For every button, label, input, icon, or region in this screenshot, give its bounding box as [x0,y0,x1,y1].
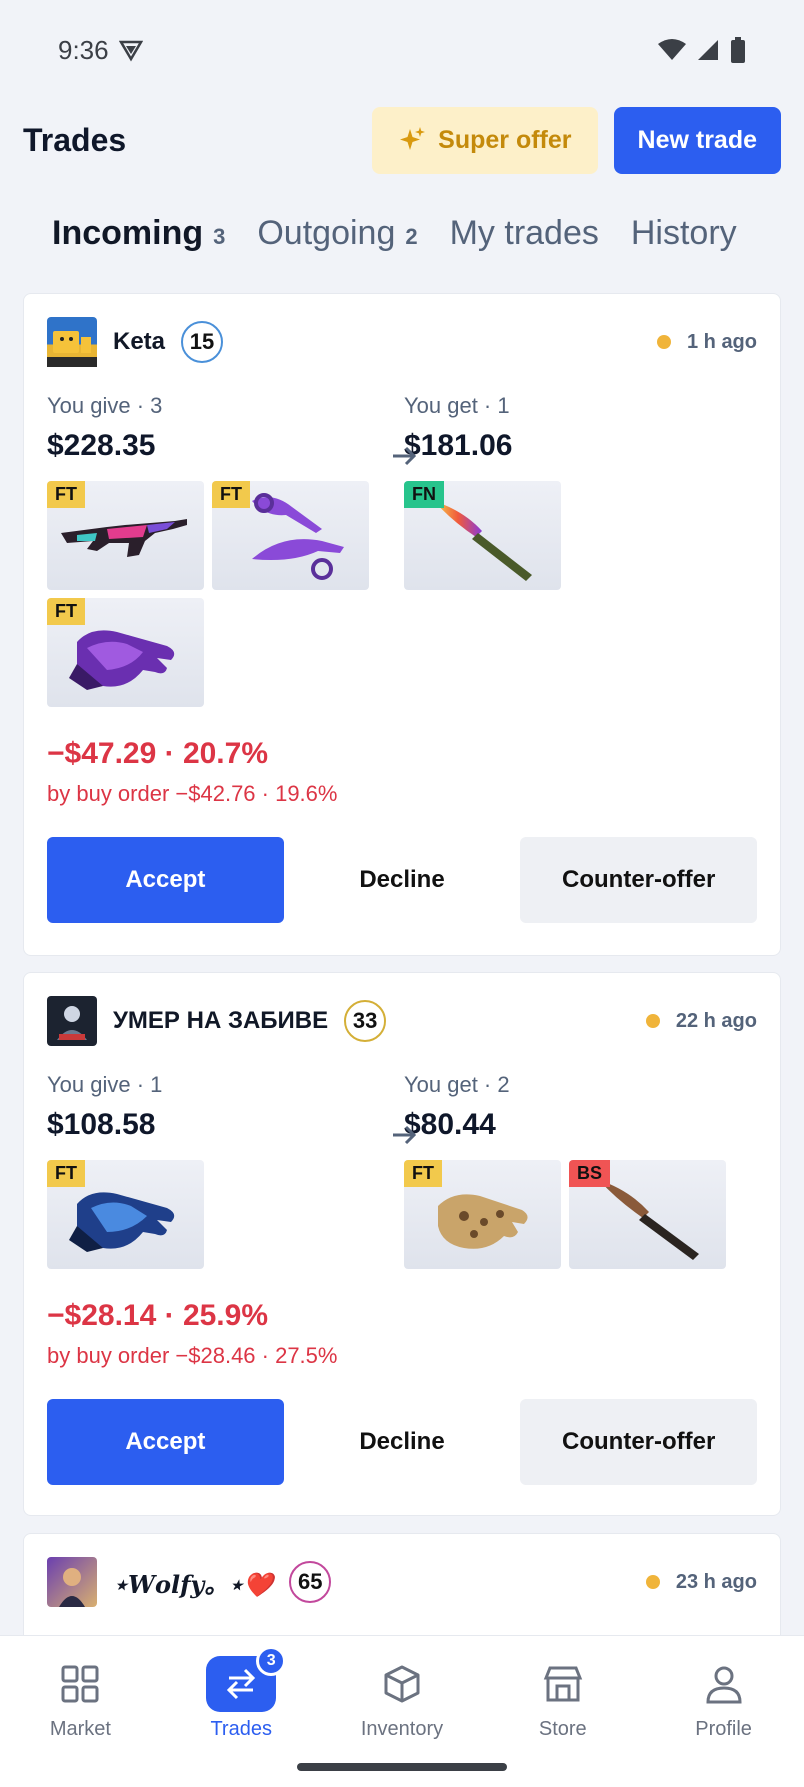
trade-user-row: ⋆𝑾𝒐𝒍𝒇𝒚。⋆❤️ 65 23 h ago [47,1557,757,1607]
header-actions: Super offer New trade [372,106,781,174]
trade-user-row: Keta 15 1 h ago [47,317,757,367]
pending-dot [656,335,671,349]
tab-count: 3 [213,224,226,249]
trade-username[interactable]: УМЕР НА ЗАБИВЕ [113,1007,328,1035]
item-card[interactable]: FN [404,481,561,590]
trade-loss: −$28.14 · 25.9% [47,1299,269,1332]
item-card[interactable]: FT [47,481,204,590]
get-side: You get · 2 $80.44 FT BS [404,1072,734,1269]
trade-time: 1 h ago [656,331,757,354]
get-items: FN [404,481,734,590]
item-card[interactable]: FT [404,1160,561,1269]
user-level-badge: 15 [181,321,224,363]
accept-button[interactable]: Accept [47,1399,284,1485]
nav-trades-badge: 3 [256,1646,287,1676]
counter-offer-button[interactable]: Counter-offer [520,1399,758,1485]
avatar[interactable] [47,317,97,367]
give-label: You give · 3 [47,393,163,418]
trade-sides: You give · 1 $108.58 FT You get · 2 $80.… [47,1072,757,1269]
get-side: You get · 1 $181.06 FN [404,393,734,707]
trade-actions: Accept Decline Counter-offer [47,837,758,923]
get-label: You get · 2 [404,1072,510,1097]
tab-incoming[interactable]: Incoming 3 [52,214,225,265]
nav-market[interactable]: Market [0,1636,161,1787]
store-icon [543,1666,582,1702]
wear-badge: FT [47,598,85,625]
page-header: Trades Super offer New trade [0,105,804,175]
give-label: You give · 1 [47,1072,163,1097]
sparkle-icon [400,127,426,150]
avatar[interactable] [47,1557,97,1607]
trade-card: УМЕР НА ЗАБИВЕ 33 22 h ago You give · 1 … [23,972,781,1516]
trade-username[interactable]: Keta [113,328,165,356]
home-indicator[interactable] [297,1763,507,1771]
give-side: You give · 1 $108.58 FT [47,1072,404,1269]
swap-icon [227,1668,256,1700]
counter-offer-button[interactable]: Counter-offer [520,837,758,923]
wifi-icon [658,39,686,60]
tab-outgoing[interactable]: Outgoing 2 [257,214,417,265]
pending-dot [645,1575,660,1589]
trade-username[interactable]: ⋆𝑾𝒐𝒍𝒇𝒚。⋆❤️ [113,1565,273,1600]
battery-icon [731,37,745,63]
get-sum: $181.06 [404,429,513,462]
give-items: FT [47,1160,377,1269]
item-card[interactable]: BS [569,1160,726,1269]
get-label: You get · 1 [404,393,510,418]
item-card[interactable]: FT [212,481,369,590]
status-time: 9:36 [58,35,143,66]
tab-history[interactable]: History [631,214,737,265]
page-title: Trades [23,121,127,158]
bottom-navigation: Market 3 Trades Inventory Store Profile [0,1635,804,1787]
trade-loss-buy-order: by buy order −$28.46 · 27.5% [47,1343,338,1368]
vpn-icon [118,40,143,62]
give-side: You give · 3 $228.35 FT FT FT [47,393,404,707]
user-level-badge: 65 [289,1561,332,1603]
trade-time: 22 h ago [645,1010,757,1033]
accept-button[interactable]: Accept [47,837,284,923]
avatar[interactable] [47,996,97,1046]
arrow-right-icon [393,446,417,466]
give-sum: $108.58 [47,1108,156,1141]
tab-count: 2 [405,224,418,249]
wear-badge: FT [47,1160,85,1187]
trade-sides: You give · 3 $228.35 FT FT FT You get · … [47,393,757,707]
tab-my-trades[interactable]: My trades [450,214,599,265]
get-items: FT BS [404,1160,734,1269]
trade-tabs: Incoming 3 Outgoing 2 My trades History [0,185,804,265]
status-bar: 9:36 [0,0,804,100]
wear-badge: FT [404,1160,442,1187]
trade-actions: Accept Decline Counter-offer [47,1399,758,1485]
system-icons [658,37,746,63]
wear-badge: FT [212,481,250,508]
decline-button[interactable]: Decline [284,837,521,923]
grid-icon [61,1665,99,1703]
trade-loss-buy-order: by buy order −$42.76 · 19.6% [47,781,338,806]
super-offer-button[interactable]: Super offer [372,106,598,174]
wear-badge: BS [569,1160,611,1187]
nav-profile[interactable]: Profile [643,1636,804,1787]
user-level-badge: 33 [344,1000,387,1042]
decline-button[interactable]: Decline [284,1399,521,1485]
trade-time: 23 h ago [645,1571,757,1594]
person-icon [706,1666,742,1704]
trade-user-row: УМЕР НА ЗАБИВЕ 33 22 h ago [47,996,757,1046]
wear-badge: FN [404,481,444,508]
give-sum: $228.35 [47,429,156,462]
wear-badge: FT [47,481,85,508]
new-trade-button[interactable]: New trade [613,106,781,174]
arrow-right-icon [393,1125,417,1145]
get-sum: $80.44 [404,1108,496,1141]
item-card[interactable]: FT [47,1160,204,1269]
trade-card: Keta 15 1 h ago You give · 3 $228.35 FT … [23,293,781,956]
trade-loss: −$47.29 · 20.7% [47,737,269,770]
pending-dot [645,1014,660,1028]
give-items: FT FT FT [47,481,377,707]
signal-icon [698,40,718,60]
item-card[interactable]: FT [47,598,204,707]
box-icon [384,1665,420,1703]
